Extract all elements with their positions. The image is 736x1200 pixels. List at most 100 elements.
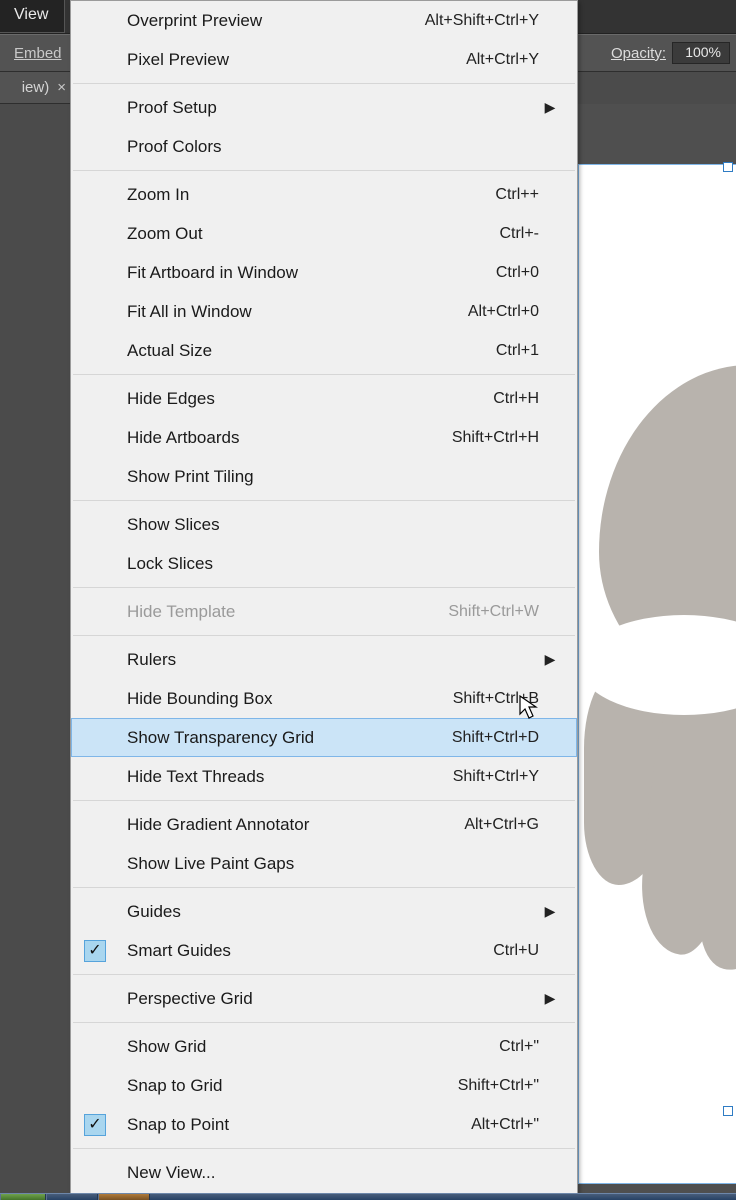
menu-item[interactable]: Fit Artboard in WindowCtrl+0 bbox=[71, 253, 577, 292]
menu-item[interactable]: Zoom InCtrl++ bbox=[71, 175, 577, 214]
menu-item[interactable]: Hide EdgesCtrl+H bbox=[71, 379, 577, 418]
menu-item-shortcut: Alt+Shift+Ctrl+Y bbox=[425, 12, 541, 30]
opacity-label: Opacity: bbox=[611, 45, 666, 62]
menu-item-label: New View... bbox=[119, 1163, 539, 1183]
menu-item[interactable]: Show Live Paint Gaps bbox=[71, 844, 577, 883]
menu-separator bbox=[73, 170, 575, 171]
menu-item-label: Zoom Out bbox=[119, 224, 499, 244]
menu-item-shortcut: Ctrl+H bbox=[493, 390, 541, 408]
menu-separator bbox=[73, 800, 575, 801]
menu-separator bbox=[73, 1148, 575, 1149]
menu-item-label: Hide Edges bbox=[119, 389, 493, 409]
menu-item-label: Pixel Preview bbox=[119, 50, 466, 70]
menu-item-shortcut: Shift+Ctrl+H bbox=[452, 429, 541, 447]
menu-item[interactable]: Snap to GridShift+Ctrl+" bbox=[71, 1066, 577, 1105]
menu-item[interactable]: Rulers▶ bbox=[71, 640, 577, 679]
taskbar bbox=[0, 1193, 736, 1200]
menu-item-shortcut: Alt+Ctrl+0 bbox=[468, 303, 541, 321]
menu-item[interactable]: ✓ Smart GuidesCtrl+U bbox=[71, 931, 577, 970]
menu-item-label: Proof Setup bbox=[119, 98, 539, 118]
menu-item[interactable]: Actual SizeCtrl+1 bbox=[71, 331, 577, 370]
menu-item-label: Lock Slices bbox=[119, 554, 539, 574]
menu-item[interactable]: Pixel PreviewAlt+Ctrl+Y bbox=[71, 40, 577, 79]
menu-item[interactable]: Lock Slices bbox=[71, 544, 577, 583]
submenu-arrow-icon: ▶ bbox=[541, 990, 559, 1007]
menu-item[interactable]: Proof Setup▶ bbox=[71, 88, 577, 127]
menu-separator bbox=[73, 635, 575, 636]
menu-item[interactable]: Proof Colors bbox=[71, 127, 577, 166]
menu-item[interactable]: Zoom OutCtrl+- bbox=[71, 214, 577, 253]
menu-separator bbox=[73, 500, 575, 501]
menu-item-label: Hide Bounding Box bbox=[119, 689, 453, 709]
menu-item[interactable]: Hide ArtboardsShift+Ctrl+H bbox=[71, 418, 577, 457]
menu-item-label: Hide Gradient Annotator bbox=[119, 815, 464, 835]
menu-separator bbox=[73, 887, 575, 888]
opacity-input[interactable]: 100% bbox=[672, 42, 730, 64]
menu-item-shortcut: Ctrl+- bbox=[499, 225, 541, 243]
menu-item-label: Rulers bbox=[119, 650, 539, 670]
menu-item[interactable]: Hide Text ThreadsShift+Ctrl+Y bbox=[71, 757, 577, 796]
close-icon[interactable]: × bbox=[57, 79, 66, 96]
menu-item[interactable]: Perspective Grid▶ bbox=[71, 979, 577, 1018]
menu-item-label: Perspective Grid bbox=[119, 989, 539, 1009]
menu-item[interactable]: Fit All in WindowAlt+Ctrl+0 bbox=[71, 292, 577, 331]
menu-item-label: Hide Template bbox=[119, 602, 448, 622]
menu-item[interactable]: ✓ Snap to PointAlt+Ctrl+" bbox=[71, 1105, 577, 1144]
menu-separator bbox=[73, 974, 575, 975]
menu-item-label: Snap to Point bbox=[119, 1115, 471, 1135]
menu-item-shortcut: Ctrl++ bbox=[495, 186, 541, 204]
menu-item[interactable]: Show Print Tiling bbox=[71, 457, 577, 496]
menu-item-label: Hide Text Threads bbox=[119, 767, 453, 787]
submenu-arrow-icon: ▶ bbox=[541, 651, 559, 668]
check-icon: ✓ bbox=[84, 940, 106, 962]
menu-item[interactable]: Show Slices bbox=[71, 505, 577, 544]
menu-item-shortcut: Shift+Ctrl+W bbox=[448, 603, 541, 621]
selection-handle[interactable] bbox=[723, 1106, 733, 1116]
document-tab-text: iew) bbox=[22, 79, 50, 96]
menu-item[interactable]: Hide Bounding BoxShift+Ctrl+B bbox=[71, 679, 577, 718]
menu-item-label: Zoom In bbox=[119, 185, 495, 205]
menu-item-shortcut: Shift+Ctrl+Y bbox=[453, 768, 541, 786]
document-tab[interactable]: iew) × bbox=[0, 72, 70, 104]
menu-item-shortcut: Ctrl+0 bbox=[496, 264, 541, 282]
menu-item-label: Overprint Preview bbox=[119, 11, 425, 31]
menu-item-shortcut: Alt+Ctrl+Y bbox=[466, 51, 541, 69]
menu-item-label: Hide Artboards bbox=[119, 428, 452, 448]
menu-item: Hide TemplateShift+Ctrl+W bbox=[71, 592, 577, 631]
check-icon: ✓ bbox=[84, 1114, 106, 1136]
artboard[interactable] bbox=[578, 164, 736, 1184]
submenu-arrow-icon: ▶ bbox=[541, 99, 559, 116]
menu-item-label: Fit All in Window bbox=[119, 302, 468, 322]
menu-item-label: Show Slices bbox=[119, 515, 539, 535]
menu-item-label: Guides bbox=[119, 902, 539, 922]
menu-item[interactable]: Hide Gradient AnnotatorAlt+Ctrl+G bbox=[71, 805, 577, 844]
view-menu[interactable]: Overprint PreviewAlt+Shift+Ctrl+YPixel P… bbox=[70, 0, 578, 1200]
menu-item-label: Show Grid bbox=[119, 1037, 499, 1057]
menu-item-label: Fit Artboard in Window bbox=[119, 263, 496, 283]
menu-item-label: Show Transparency Grid bbox=[119, 728, 452, 748]
menu-item-label: Snap to Grid bbox=[119, 1076, 458, 1096]
menu-item-shortcut: Alt+Ctrl+" bbox=[471, 1116, 541, 1134]
menu-item[interactable]: Show GridCtrl+" bbox=[71, 1027, 577, 1066]
menu-item-shortcut: Ctrl+U bbox=[493, 942, 541, 960]
menu-item-label: Show Live Paint Gaps bbox=[119, 854, 539, 874]
menu-item[interactable]: Guides▶ bbox=[71, 892, 577, 931]
menu-item-shortcut: Alt+Ctrl+G bbox=[464, 816, 541, 834]
menu-separator bbox=[73, 374, 575, 375]
menu-item-label: Show Print Tiling bbox=[119, 467, 539, 487]
menu-item[interactable]: Show Transparency GridShift+Ctrl+D bbox=[71, 718, 577, 757]
menu-separator bbox=[73, 1022, 575, 1023]
menu-item-checkcol: ✓ bbox=[71, 1114, 119, 1136]
menu-item-shortcut: Ctrl+1 bbox=[496, 342, 541, 360]
menu-item-checkcol: ✓ bbox=[71, 940, 119, 962]
menu-separator bbox=[73, 587, 575, 588]
menu-item-label: Actual Size bbox=[119, 341, 496, 361]
selection-handle[interactable] bbox=[723, 162, 733, 172]
menu-item[interactable]: New View... bbox=[71, 1153, 577, 1192]
embed-link[interactable]: Embed bbox=[14, 45, 62, 62]
submenu-arrow-icon: ▶ bbox=[541, 903, 559, 920]
menu-item-label: Smart Guides bbox=[119, 941, 493, 961]
menu-item-shortcut: Shift+Ctrl+" bbox=[458, 1077, 541, 1095]
menu-view-button[interactable]: View bbox=[0, 0, 65, 33]
menu-item[interactable]: Overprint PreviewAlt+Shift+Ctrl+Y bbox=[71, 1, 577, 40]
